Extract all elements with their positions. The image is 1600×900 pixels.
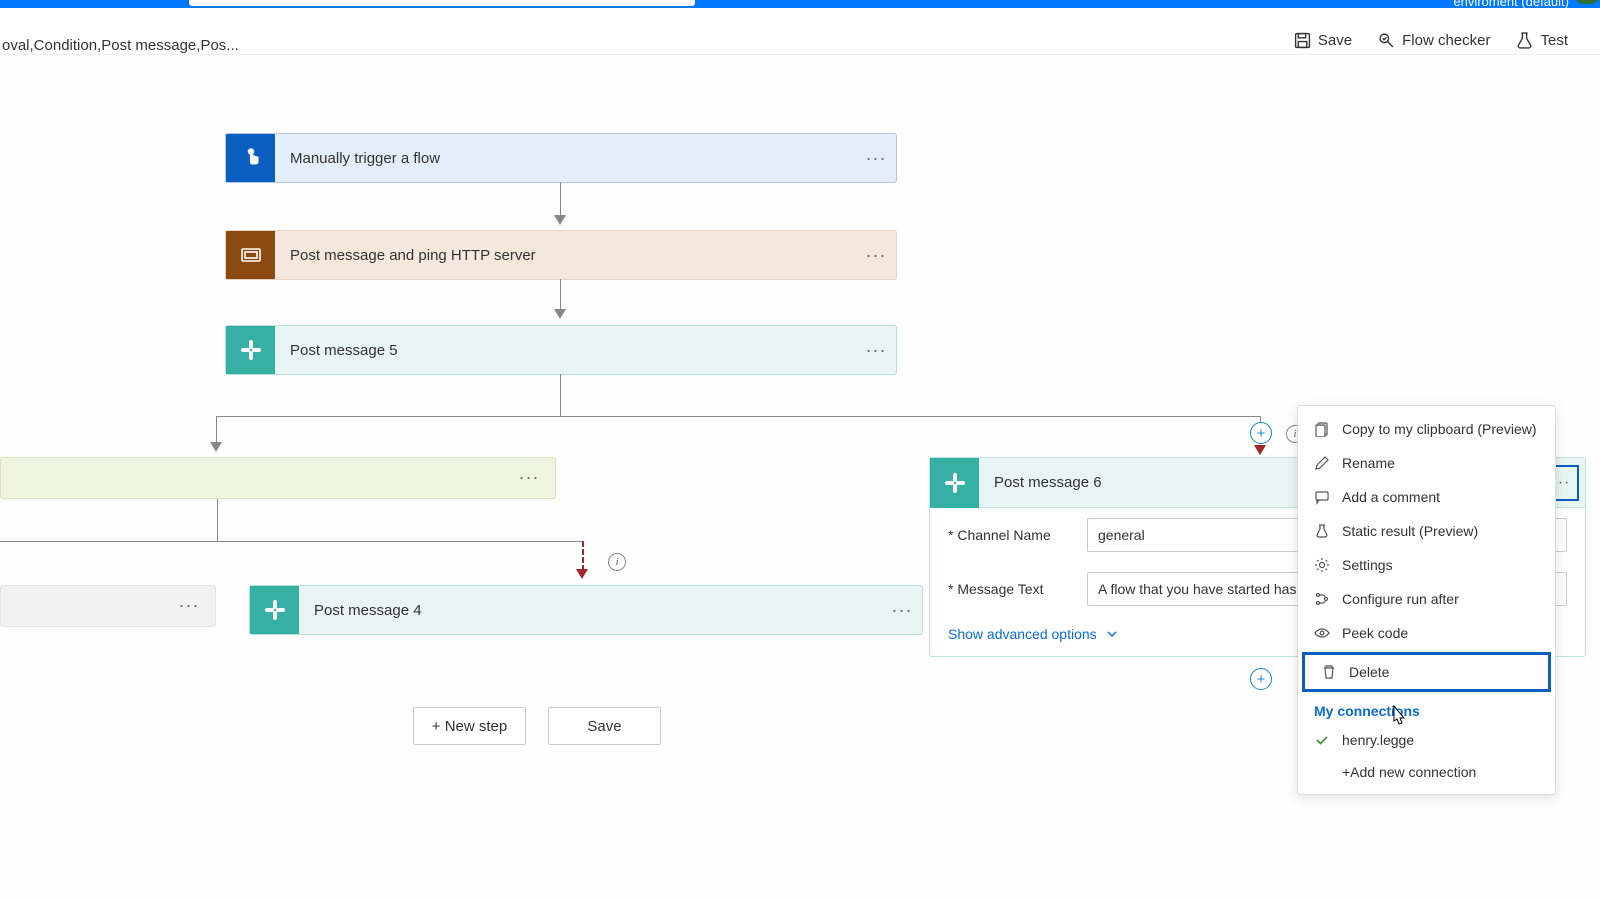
save-button[interactable]: Save — [1294, 32, 1352, 49]
comment-icon — [1314, 489, 1330, 505]
ctx-peek[interactable]: Peek code — [1298, 616, 1555, 650]
slack-icon — [250, 586, 299, 634]
ctx-connections-hdr: My connections — [1298, 694, 1555, 724]
touch-icon — [226, 134, 275, 182]
save-label: Save — [1318, 32, 1352, 49]
slack-icon — [930, 458, 979, 508]
arrow-error-icon — [1254, 445, 1266, 455]
pencil-icon — [1314, 455, 1330, 471]
new-step-button[interactable]: + New step — [413, 707, 526, 745]
trash-icon — [1321, 664, 1337, 680]
connector — [560, 374, 561, 416]
action-context-menu: Copy to my clipboard (Preview) Rename Ad… — [1297, 405, 1556, 795]
arrow-error-icon — [576, 569, 588, 579]
arrow-icon — [554, 215, 566, 225]
branch-icon — [1314, 591, 1330, 607]
pm5-label: Post message 5 — [275, 342, 856, 359]
eye-icon — [1314, 625, 1330, 641]
ctx-settings[interactable]: Settings — [1298, 548, 1555, 582]
connection-item[interactable]: henry.legge — [1298, 724, 1555, 756]
info-icon[interactable]: i — [608, 553, 626, 571]
top-ribbon: enviroment (default) — [0, 0, 1600, 8]
flask-icon — [1314, 523, 1330, 539]
connector — [217, 499, 218, 541]
arrow-icon — [554, 309, 566, 319]
add-connection[interactable]: +Add new connection — [1298, 756, 1555, 788]
check-icon — [1314, 732, 1330, 748]
ctx-copy[interactable]: Copy to my clipboard (Preview) — [1298, 412, 1555, 446]
checker-icon — [1378, 32, 1395, 49]
connector — [216, 416, 1260, 417]
connector — [216, 416, 217, 444]
ctx-delete[interactable]: Delete — [1302, 652, 1551, 692]
ctx-copy-label: Copy to my clipboard (Preview) — [1342, 421, 1537, 437]
test-icon — [1516, 32, 1533, 49]
connector-error — [582, 541, 584, 571]
trigger-label: Manually trigger a flow — [275, 150, 856, 167]
message-label: * Message Text — [948, 581, 1073, 597]
save-flow-button[interactable]: Save — [548, 707, 661, 745]
scope-card[interactable]: Post message and ping HTTP server ··· — [225, 230, 897, 280]
ctx-rename-label: Rename — [1342, 455, 1395, 471]
add-action-button[interactable]: + — [1250, 422, 1272, 444]
avatar[interactable] — [1574, 0, 1600, 4]
test-button[interactable]: Test — [1516, 32, 1568, 49]
add-connection-label: +Add new connection — [1342, 764, 1476, 780]
command-bar: oval,Condition,Post message,Pos... Save … — [0, 8, 1600, 55]
trigger-menu-button[interactable]: ··· — [856, 148, 896, 169]
toolbar: Save Flow checker Test — [1294, 32, 1568, 49]
search-box-cutoff[interactable] — [189, 0, 695, 6]
ctx-runafter-label: Configure run after — [1342, 591, 1459, 607]
empty-card[interactable]: ··· — [0, 585, 216, 627]
arrow-icon — [210, 442, 222, 452]
pm5-menu-button[interactable]: ··· — [856, 340, 896, 361]
ctx-static[interactable]: Static result (Preview) — [1298, 514, 1555, 548]
ctx-settings-label: Settings — [1342, 557, 1393, 573]
flow-checker-button[interactable]: Flow checker — [1378, 32, 1490, 49]
ctx-comment-label: Add a comment — [1342, 489, 1440, 505]
add-action-button[interactable]: + — [1250, 668, 1272, 690]
ctx-static-label: Static result (Preview) — [1342, 523, 1478, 539]
breadcrumb: oval,Condition,Post message,Pos... — [2, 37, 239, 54]
scope-menu-button[interactable]: ··· — [856, 245, 896, 266]
scope-icon — [226, 231, 275, 279]
save-icon — [1294, 32, 1311, 49]
channel-value: general — [1098, 527, 1145, 543]
test-label: Test — [1540, 32, 1568, 49]
connection-user: henry.legge — [1342, 732, 1414, 748]
connector — [0, 541, 583, 542]
ctx-rename[interactable]: Rename — [1298, 446, 1555, 480]
slack-icon — [226, 326, 275, 374]
pm4-menu-button[interactable]: ··· — [882, 600, 922, 621]
ctx-delete-label: Delete — [1349, 664, 1389, 680]
scope-label: Post message and ping HTTP server — [275, 247, 856, 264]
checker-label: Flow checker — [1402, 32, 1490, 49]
connector — [560, 182, 561, 217]
ctx-peek-label: Peek code — [1342, 625, 1408, 641]
ctx-comment[interactable]: Add a comment — [1298, 480, 1555, 514]
clipboard-icon — [1314, 421, 1330, 437]
advanced-label: Show advanced options — [948, 626, 1097, 642]
trigger-card[interactable]: Manually trigger a flow ··· — [225, 133, 897, 183]
pm4-label: Post message 4 — [299, 602, 882, 619]
blank-icon — [1314, 764, 1330, 780]
gear-icon — [1314, 557, 1330, 573]
bottom-buttons: + New step Save — [413, 707, 661, 745]
empty-card-menu[interactable]: ··· — [169, 595, 209, 616]
message-value: A flow that you have started has — [1098, 581, 1296, 597]
channel-label: * Channel Name — [948, 527, 1073, 543]
empty-branch-menu[interactable]: ··· — [509, 467, 549, 488]
chevron-down-icon — [1105, 627, 1119, 641]
post-message-5-card[interactable]: Post message 5 ··· — [225, 325, 897, 375]
post-message-4-card[interactable]: Post message 4 ··· — [249, 585, 923, 635]
ctx-runafter[interactable]: Configure run after — [1298, 582, 1555, 616]
connector — [560, 279, 561, 311]
empty-branch-card[interactable]: ··· — [0, 457, 556, 499]
